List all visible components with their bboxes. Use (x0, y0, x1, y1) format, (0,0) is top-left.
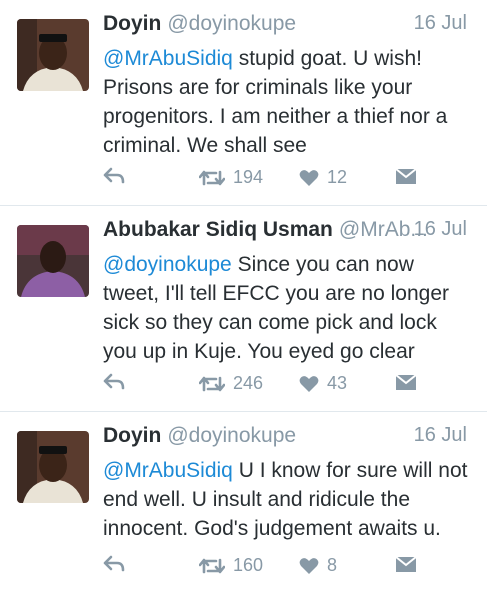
like-count: 12 (327, 167, 348, 187)
avatar[interactable] (17, 19, 89, 91)
like-button[interactable]: 43 (299, 373, 347, 394)
like-button[interactable]: 12 (299, 167, 347, 188)
avatar[interactable] (17, 225, 89, 297)
mention-link[interactable]: @MrAbuSidiq (103, 47, 233, 70)
mention-link[interactable]: @doyinokupe (103, 253, 232, 276)
direct-message-icon (395, 374, 417, 390)
message-button[interactable] (395, 555, 417, 573)
tweet-text: @doyinokupe Since you can now tweet, I'l… (103, 250, 473, 366)
message-button[interactable] (395, 373, 417, 391)
tweet-card[interactable]: Abubakar Sidiq Usman @MrAb... 16 Jul @doy… (0, 206, 487, 412)
direct-message-icon (395, 168, 417, 184)
tweet-timeline: Doyin @doyinokupe 16 Jul @MrAbuSidiq stup… (0, 0, 487, 593)
tweet-header: Doyin @doyinokupe 16 Jul (103, 424, 467, 454)
tweet-actions: 160 8 (103, 555, 427, 579)
retweet-button[interactable]: 246 (199, 373, 263, 394)
tweet-date[interactable]: 16 Jul (414, 12, 467, 35)
tweet-header: Abubakar Sidiq Usman @MrAb... 16 Jul (103, 218, 467, 248)
message-button[interactable] (395, 167, 417, 185)
avatar[interactable] (17, 431, 89, 503)
reply-button[interactable] (103, 167, 125, 185)
tweet-actions: 194 12 (103, 167, 427, 191)
retweet-count: 194 (233, 167, 264, 187)
tweet-actions: 246 43 (103, 373, 427, 397)
tweet-date[interactable]: 16 Jul (414, 424, 467, 447)
tweet-card[interactable]: Doyin @doyinokupe 16 Jul @MrAbuSidiq stup… (0, 0, 487, 206)
tweet-text: @MrAbuSidiq stupid goat. U wish! Prisons… (103, 44, 473, 160)
retweet-icon (199, 558, 225, 573)
retweet-button[interactable]: 160 (199, 555, 263, 576)
author-handle[interactable]: @doyinokupe (167, 12, 296, 35)
author-name[interactable]: Abubakar Sidiq Usman (103, 218, 333, 241)
retweet-count: 246 (233, 373, 264, 393)
retweet-count: 160 (233, 555, 264, 575)
author-name[interactable]: Doyin (103, 12, 161, 35)
reply-icon (103, 167, 125, 184)
heart-icon (299, 557, 319, 574)
mention-link[interactable]: @MrAbuSidiq (103, 459, 233, 482)
reply-icon (103, 555, 125, 572)
reply-icon (103, 373, 125, 390)
tweet-card[interactable]: Doyin @doyinokupe 16 Jul @MrAbuSidiq U I … (0, 412, 487, 593)
tweet-header: Doyin @doyinokupe 16 Jul (103, 12, 467, 42)
retweet-icon (199, 376, 225, 391)
like-button[interactable]: 8 (299, 555, 337, 576)
retweet-icon (199, 170, 225, 185)
like-count: 43 (327, 373, 348, 393)
author-name[interactable]: Doyin (103, 424, 161, 447)
author-handle[interactable]: @doyinokupe (167, 424, 296, 447)
heart-icon (299, 375, 319, 392)
like-count: 8 (327, 555, 338, 575)
retweet-button[interactable]: 194 (199, 167, 263, 188)
direct-message-icon (395, 556, 417, 572)
tweet-date[interactable]: 16 Jul (414, 218, 467, 241)
reply-button[interactable] (103, 373, 125, 391)
heart-icon (299, 169, 319, 186)
reply-button[interactable] (103, 555, 125, 573)
tweet-text: @MrAbuSidiq U I know for sure will not e… (103, 456, 473, 543)
